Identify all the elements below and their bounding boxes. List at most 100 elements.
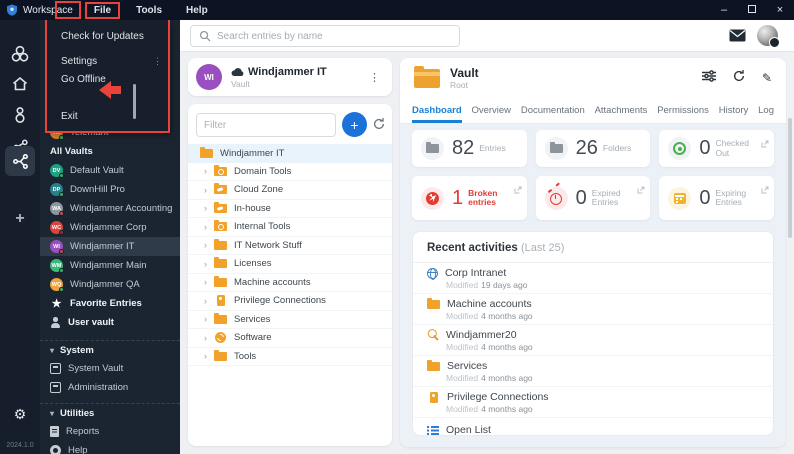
- system-vault-icon: [50, 363, 61, 374]
- credentials-key-icon[interactable]: [0, 106, 40, 124]
- user-avatar[interactable]: [757, 25, 780, 48]
- activity-row[interactable]: Services Modified 4 months ago: [413, 356, 773, 387]
- open-list-row[interactable]: Open List: [413, 418, 773, 435]
- folder-sync-icon: [214, 183, 227, 195]
- tree-item[interactable]: › Tools: [188, 348, 392, 366]
- vault-more-icon[interactable]: ⋮: [365, 71, 384, 84]
- external-link-icon: [761, 135, 769, 153]
- refresh-icon[interactable]: [372, 117, 386, 136]
- tree-item[interactable]: › Services: [188, 311, 392, 329]
- sidebar-item-windjammer-main[interactable]: WM Windjammer Main: [40, 256, 180, 275]
- window-scrollbar[interactable]: [787, 52, 793, 454]
- menu-file[interactable]: File: [84, 1, 121, 19]
- sidebar-item-administration[interactable]: Administration: [40, 378, 180, 397]
- tree-item-root[interactable]: Windjammer IT: [188, 144, 392, 163]
- sidebar-section-system[interactable]: ▾ System: [40, 340, 180, 359]
- menu-help[interactable]: Help: [178, 3, 216, 18]
- sidebar-section-utilities[interactable]: ▾ Utilities: [40, 403, 180, 422]
- sidebar-item-windjammer-qa[interactable]: WQ Windjammer QA: [40, 275, 180, 294]
- sidebar-item-system-vault[interactable]: System Vault: [40, 359, 180, 378]
- sidebar-item-help[interactable]: Help: [40, 441, 180, 454]
- tab-attachments[interactable]: Attachments: [595, 98, 648, 123]
- workspace-logo-icon: [6, 4, 18, 16]
- tree-item[interactable]: › IT Network Stuff: [188, 237, 392, 255]
- chevron-right-icon[interactable]: ›: [204, 240, 214, 250]
- settings-gear-icon[interactable]: ⚙: [0, 406, 40, 423]
- folder-icon: [214, 257, 227, 269]
- activity-row[interactable]: Windjammer20 Modified 4 months ago: [413, 325, 773, 356]
- chevron-right-icon[interactable]: ›: [204, 222, 214, 232]
- sidebar-item-reports[interactable]: Reports: [40, 422, 180, 441]
- tree-item[interactable]: › Domain Tools: [188, 163, 392, 181]
- tree-item[interactable]: › Internal Tools: [188, 218, 392, 237]
- expired-alarm-icon: [544, 186, 568, 210]
- globe-icon: [427, 267, 438, 280]
- home-icon[interactable]: [0, 75, 40, 92]
- tree-item[interactable]: › Licenses: [188, 255, 392, 274]
- sidebar-item-windjammer-it[interactable]: WI Windjammer IT: [40, 237, 180, 256]
- vault-avatar: WQ: [50, 278, 64, 292]
- chevron-right-icon[interactable]: ›: [204, 333, 214, 343]
- chevron-right-icon[interactable]: ›: [204, 203, 214, 213]
- vault-title: Windjammer IT: [248, 65, 327, 78]
- chevron-right-icon[interactable]: ›: [204, 277, 214, 287]
- stat-checked-out[interactable]: 0 Checked Out: [659, 130, 774, 167]
- sidebar-item-user-vault[interactable]: User vault: [40, 313, 180, 332]
- mail-icon[interactable]: [729, 29, 746, 47]
- activity-row[interactable]: Machine accounts Modified 4 months ago: [413, 294, 773, 325]
- sessions-icon[interactable]: [0, 153, 40, 170]
- folder-icon: [200, 146, 213, 158]
- tree-item[interactable]: › Software: [188, 329, 392, 348]
- devolutions-logo-icon[interactable]: [0, 45, 40, 63]
- tab-permissions[interactable]: Permissions: [657, 98, 709, 123]
- external-link-icon: [637, 181, 645, 199]
- tab-overview[interactable]: Overview: [471, 98, 511, 123]
- chevron-right-icon[interactable]: ›: [204, 259, 214, 269]
- vault-folder-icon: [414, 65, 440, 88]
- folder-icon: [214, 275, 227, 287]
- search-icon: [199, 30, 211, 42]
- chevron-right-icon[interactable]: ›: [204, 314, 214, 324]
- chevron-right-icon[interactable]: ›: [204, 296, 214, 306]
- folder-sync-icon: [214, 201, 227, 213]
- chevron-right-icon[interactable]: ›: [204, 166, 214, 176]
- tune-icon[interactable]: [701, 69, 716, 87]
- menu-tools[interactable]: Tools: [128, 3, 170, 18]
- tab-dashboard[interactable]: Dashboard: [412, 98, 462, 123]
- scrollbar-thumb[interactable]: [788, 118, 792, 238]
- activity-row[interactable]: Corp Intranet Modified 19 days ago: [413, 263, 773, 294]
- refresh-icon[interactable]: [732, 69, 746, 88]
- search-input[interactable]: Search entries by name: [190, 25, 460, 47]
- tree-item[interactable]: › Machine accounts: [188, 274, 392, 292]
- tree-item[interactable]: › Privilege Connections: [188, 292, 392, 311]
- sidebar-item-windjammer-accounting[interactable]: WA Windjammer Accounting: [40, 199, 180, 218]
- add-entry-button[interactable]: +: [342, 112, 367, 137]
- search-placeholder: Search entries by name: [217, 30, 323, 42]
- tab-log[interactable]: Log: [758, 98, 774, 123]
- tab-documentation[interactable]: Documentation: [521, 98, 585, 123]
- tab-history[interactable]: History: [719, 98, 749, 123]
- stat-expired-entries[interactable]: 0 Expired Entries: [535, 176, 651, 220]
- sidebar-item-downhill-pro[interactable]: DP DownHill Pro: [40, 180, 180, 199]
- chevron-right-icon[interactable]: ›: [204, 351, 214, 361]
- maximize-button[interactable]: [738, 4, 766, 16]
- activity-row[interactable]: Privilege Connections Modified 4 months a…: [413, 387, 773, 418]
- minimize-button[interactable]: –: [710, 4, 738, 16]
- add-vault-icon[interactable]: +: [0, 210, 40, 228]
- vault-header-card: WI Windjammer IT Vault ⋮: [188, 58, 392, 96]
- sidebar-item-windjammer-corp[interactable]: WC Windjammer Corp: [40, 218, 180, 237]
- edit-icon[interactable]: ✎: [762, 71, 772, 85]
- stat-expiring-entries[interactable]: 0 Expiring Entries: [659, 176, 774, 220]
- sidebar-item-favorite-entries[interactable]: ★ Favorite Entries: [40, 294, 180, 313]
- stats-row-1: 82 Entries 26 Folders 0 Checked Out: [412, 130, 774, 167]
- stat-broken-entries[interactable]: 1 Broken entries: [412, 176, 527, 220]
- chevron-right-icon[interactable]: ›: [204, 185, 214, 195]
- close-button[interactable]: ×: [766, 4, 794, 16]
- recent-activities-card: Recent activities (Last 25) Corp Intrane…: [412, 231, 774, 436]
- filter-input[interactable]: Filter: [196, 113, 336, 137]
- tree-item[interactable]: › In-house: [188, 200, 392, 218]
- credential-card-icon: [429, 391, 438, 403]
- vault-avatar: DP: [50, 183, 64, 197]
- tree-item[interactable]: › Cloud Zone: [188, 181, 392, 200]
- sidebar-item-default-vault[interactable]: DV Default Vault: [40, 161, 180, 180]
